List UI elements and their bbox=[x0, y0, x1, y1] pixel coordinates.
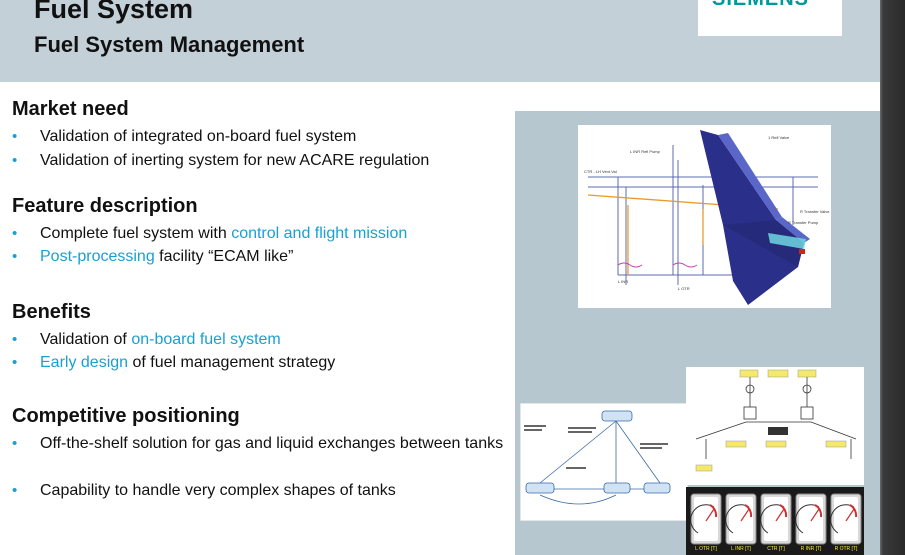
text-segment: of fuel management strategy bbox=[128, 354, 336, 371]
bullet-text: Validation of inerting system for new AC… bbox=[40, 150, 510, 172]
fuel-gauge: CTR [T] bbox=[760, 493, 792, 553]
section-heading: Feature description bbox=[12, 195, 198, 217]
bullet-text: Validation of on-board fuel system bbox=[40, 329, 510, 351]
l-otr-label: L OTR bbox=[678, 286, 690, 291]
title-header: Fuel System Fuel System Management SIEME… bbox=[0, 0, 880, 82]
text-segment: Validation of integrated on-board fuel s… bbox=[40, 128, 357, 145]
section-heading: Benefits bbox=[12, 301, 91, 323]
r-transfer-pump-label: R Transfer Pump bbox=[788, 220, 819, 225]
gauge-label: R INR [T] bbox=[800, 546, 822, 552]
highlighted-text: control and flight mission bbox=[231, 225, 408, 242]
text-segment: Complete fuel system with bbox=[40, 225, 232, 242]
logo-area: SIEMENS bbox=[698, 0, 842, 36]
slide-edge-bar bbox=[880, 0, 905, 555]
highlighted-text: Post-processing bbox=[40, 248, 155, 265]
bullet-dot-icon: • bbox=[12, 152, 18, 169]
bullet-text: Capability to handle very complex shapes… bbox=[40, 480, 510, 502]
bullet-dot-icon: • bbox=[12, 128, 18, 145]
refuel-valve-label: 1 Refl Valve bbox=[768, 135, 790, 140]
bullet-dot-icon: • bbox=[12, 435, 18, 452]
bullet-dot-icon: • bbox=[12, 482, 18, 499]
section-heading: Market need bbox=[12, 98, 129, 120]
gauge-label: R OTR [T] bbox=[834, 546, 858, 552]
fuel-gauge: R OTR [T] bbox=[830, 493, 862, 553]
text-segment: Capability to handle very complex shapes… bbox=[40, 482, 396, 499]
bullet-dot-icon: • bbox=[12, 354, 18, 371]
section-heading: Competitive positioning bbox=[12, 405, 240, 427]
r-transfer-label: R Transfer Valve bbox=[800, 209, 830, 214]
tank-svg bbox=[686, 367, 864, 485]
text-segment: facility “ECAM like” bbox=[154, 248, 294, 265]
text-segment: Off-the-shelf solution for gas and liqui… bbox=[40, 435, 504, 452]
schematic-svg: L INR Refl Pump 1 Refl Valve CTR - LH Ve… bbox=[578, 125, 831, 308]
siemens-logo: SIEMENS bbox=[712, 0, 809, 11]
text-segment: Validation of inerting system for new AC… bbox=[40, 152, 430, 169]
fuel-gauge: R INR [T] bbox=[795, 493, 827, 553]
bullet-text: Validation of integrated on-board fuel s… bbox=[40, 126, 510, 148]
bullet-dot-icon: • bbox=[12, 248, 18, 265]
flowchart-svg bbox=[519, 402, 689, 522]
gauge-label: L OTR [T] bbox=[695, 546, 717, 552]
gauge-label: CTR [T] bbox=[767, 546, 785, 552]
highlighted-text: on-board fuel system bbox=[131, 331, 281, 348]
highlighted-text: Early design bbox=[40, 354, 129, 371]
fuel-system-schematic: L INR Refl Pump 1 Refl Valve CTR - LH Ve… bbox=[578, 125, 831, 308]
text-segment: Validation of bbox=[40, 331, 132, 348]
refuel-pump-label: L INR Refl Pump bbox=[630, 149, 661, 154]
bullet-text: Complete fuel system with control and fl… bbox=[40, 223, 510, 245]
bullet-text: Post-processing facility “ECAM like” bbox=[40, 246, 510, 268]
l-inr-label: L INR bbox=[618, 279, 628, 284]
bullet-dot-icon: • bbox=[12, 225, 18, 242]
tank-layout-schematic bbox=[686, 367, 864, 485]
ecam-gauge-panel: L OTR [T] L INR [T] CTR [T] R INR [T] R OTR … bbox=[686, 487, 864, 555]
gauge-label: L INR [T] bbox=[731, 546, 751, 552]
bullet-text: Early design of fuel management strategy bbox=[40, 352, 510, 374]
control-logic-diagram bbox=[519, 402, 689, 522]
page-subtitle: Fuel System Management bbox=[34, 32, 305, 57]
ctr-vent-label: CTR - LH Vent Val bbox=[584, 169, 617, 174]
fuel-gauge: L INR [T] bbox=[725, 493, 757, 553]
fuel-gauge: L OTR [T] bbox=[690, 493, 722, 553]
bullet-dot-icon: • bbox=[12, 331, 18, 348]
page-title: Fuel System bbox=[34, 0, 194, 24]
bullet-text: Off-the-shelf solution for gas and liqui… bbox=[40, 433, 510, 455]
